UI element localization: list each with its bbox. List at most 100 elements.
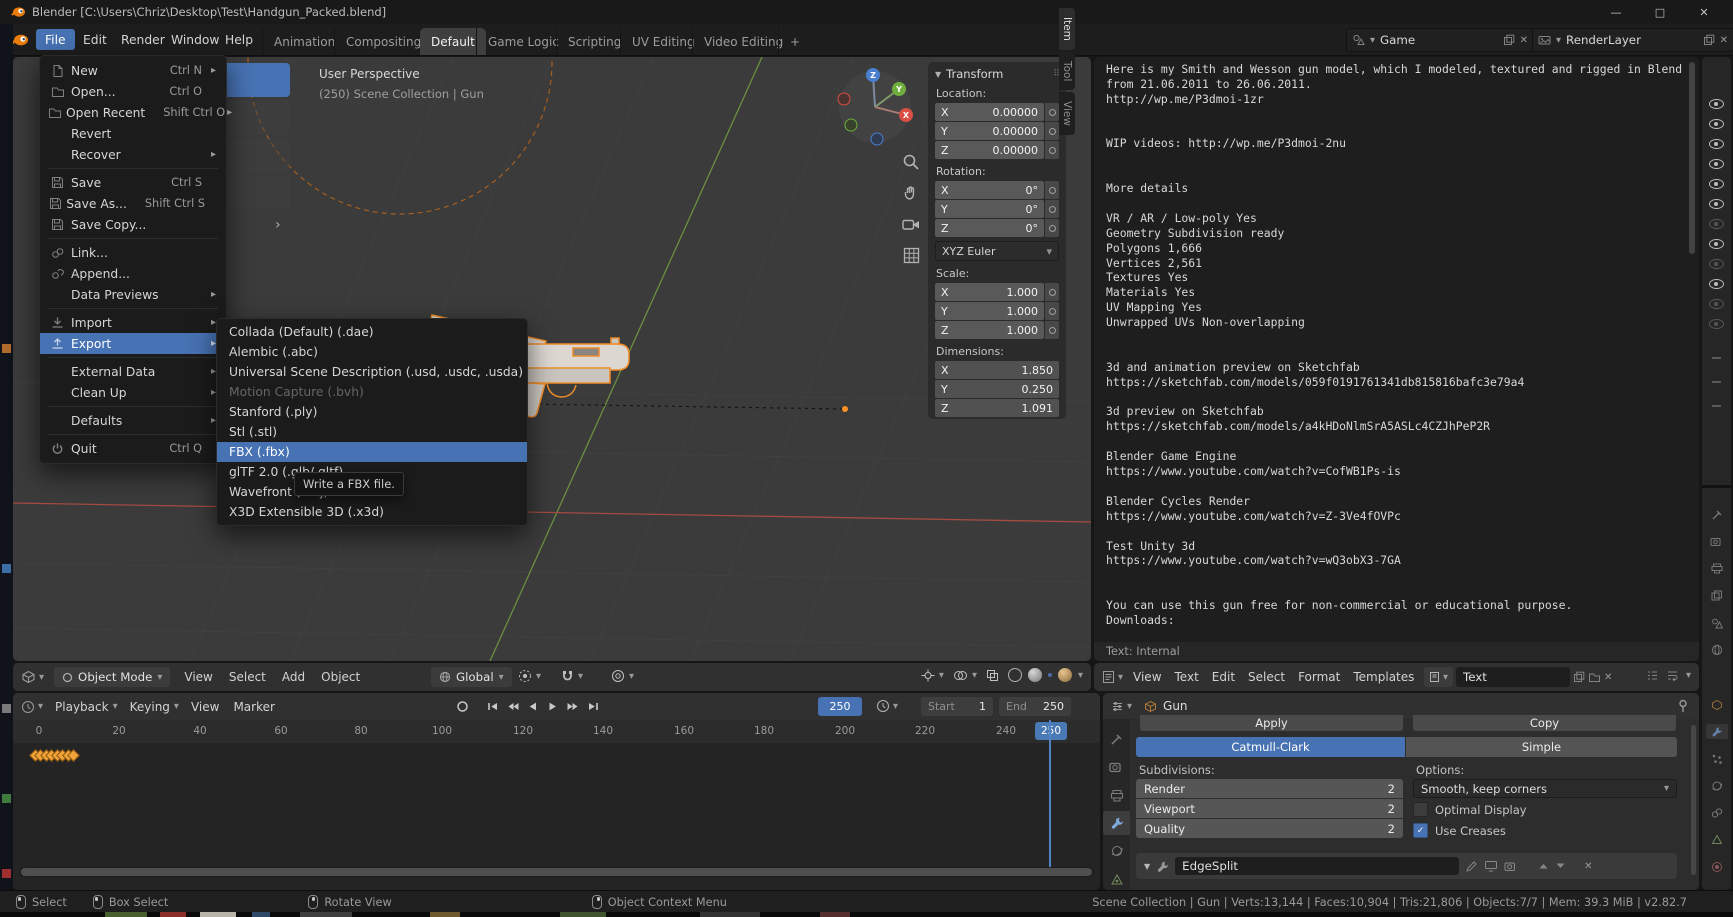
visibility-row[interactable] (1702, 177, 1731, 191)
eye-icon[interactable] (1709, 139, 1724, 149)
menu-item-open-recent[interactable]: Open RecentShift Ctrl O▸ (40, 102, 226, 123)
orthographic-grid-icon[interactable] (899, 243, 923, 267)
unlink-text-icon[interactable]: ✕ (1604, 672, 1612, 683)
text-menu-edit[interactable]: Edit (1212, 670, 1235, 684)
viewport-menu-object[interactable]: Object (321, 670, 360, 684)
tab-view[interactable]: View (1059, 92, 1075, 135)
tab-viewlayer-icon[interactable] (1709, 588, 1724, 603)
tab-material-icon[interactable] (1709, 859, 1724, 874)
animate-dot-button[interactable] (1045, 321, 1059, 339)
remove-modifier-icon[interactable]: ✕ (1584, 861, 1592, 872)
timeline-ruler[interactable]: 0 20 40 60 80 100 120 140 160 180 200 22… (13, 720, 1100, 743)
text-menu-view[interactable]: View (1133, 670, 1161, 684)
animate-dot-button[interactable] (1045, 200, 1059, 218)
move-up-icon[interactable] (1538, 862, 1549, 870)
uv-smooth-dropdown[interactable]: Smooth, keep corners▾ (1413, 779, 1677, 798)
tab-tool-icon[interactable] (1709, 507, 1724, 522)
maximize-button[interactable]: □ (1640, 0, 1680, 24)
render-subdivisions-field[interactable]: Render2 (1136, 779, 1403, 798)
menu-item-save-copy[interactable]: Save Copy... (40, 214, 226, 235)
export-item-stl[interactable]: Stl (.stl) (217, 422, 527, 442)
tab-tool[interactable]: Tool (1059, 52, 1075, 90)
tool-button[interactable] (218, 138, 290, 172)
animate-dot-button[interactable] (1045, 302, 1059, 320)
tab-object-icon[interactable] (1709, 697, 1724, 712)
new-text-icon[interactable] (1573, 671, 1585, 683)
eye-icon[interactable] (1709, 239, 1724, 249)
visibility-row[interactable] (1702, 297, 1731, 311)
animate-dot-button[interactable] (1045, 181, 1059, 199)
view-layer-selector[interactable]: ▾ RenderLayer ✕ (1532, 28, 1733, 52)
modifier-edgesplit-header[interactable]: ▼ EdgeSplit ✕ (1136, 853, 1677, 879)
tab-modifiers-icon[interactable] (1103, 811, 1130, 835)
playhead-line[interactable] (1049, 720, 1051, 867)
menu-item-quit[interactable]: QuitCtrl Q (40, 438, 226, 459)
export-item-alembic[interactable]: Alembic (.abc) (217, 342, 527, 362)
visibility-row[interactable] (1702, 117, 1731, 131)
menu-item-import[interactable]: Import▸ (40, 312, 226, 333)
rotation-y-field[interactable]: Y0° (935, 200, 1059, 218)
tab-particles-icon[interactable] (1709, 751, 1724, 766)
modifier-name-field[interactable]: EdgeSplit (1175, 857, 1459, 875)
viewport-menu-view[interactable]: View (184, 670, 212, 684)
tab-output-icon[interactable] (1709, 561, 1724, 576)
animate-dot-button[interactable] (1045, 283, 1059, 301)
active-tool-button[interactable] (218, 63, 290, 97)
editor-type-dropdown-icon[interactable]: ▾ (38, 701, 43, 712)
menu-item-clean-up[interactable]: Clean Up▸ (40, 382, 226, 403)
show-gizmo-toggle[interactable]: ▾ (921, 669, 944, 682)
eye-icon[interactable] (1709, 159, 1724, 169)
tab-data-icon[interactable] (1709, 832, 1724, 847)
tab-render-icon[interactable] (1103, 755, 1130, 779)
minimize-button[interactable]: — (1596, 0, 1636, 24)
shading-wireframe-icon[interactable] (1008, 668, 1022, 682)
viewport-menu-add[interactable]: Add (282, 670, 305, 684)
proportional-editing-icon[interactable]: ▾ (611, 669, 634, 683)
export-item-usd[interactable]: Universal Scene Description (.usd, .usdc… (217, 362, 527, 382)
play-button[interactable] (543, 698, 562, 715)
rotation-x-field[interactable]: X0° (935, 181, 1059, 199)
close-button[interactable]: ✕ (1684, 0, 1724, 24)
tab-physics-icon[interactable] (1103, 839, 1130, 863)
duplicate-scene-icon[interactable] (1503, 34, 1515, 46)
menu-item-data-previews[interactable]: Data Previews▸ (40, 284, 226, 305)
export-item-collada[interactable]: Collada (Default) (.dae) (217, 322, 527, 342)
quality-field[interactable]: Quality2 (1136, 819, 1403, 838)
timeline-scrollbar[interactable] (19, 867, 1094, 877)
editor-divider[interactable] (1702, 485, 1731, 488)
menu-file[interactable]: File (36, 29, 75, 50)
timeline-menu-marker[interactable]: Marker (233, 700, 274, 714)
animate-dot-button[interactable] (1045, 219, 1059, 237)
next-keyframe-button[interactable] (563, 698, 582, 715)
menu-item-save-as[interactable]: Save As...Shift Ctrl S (40, 193, 226, 214)
export-item-ply[interactable]: Stanford (.ply) (217, 402, 527, 422)
menu-item-revert[interactable]: Revert (40, 123, 226, 144)
text-menu-templates[interactable]: Templates (1353, 670, 1414, 684)
eye-icon[interactable] (1709, 119, 1724, 129)
tab-physics-icon[interactable] (1709, 778, 1724, 793)
navigation-gizmo-icon[interactable]: Z Y X (838, 68, 913, 145)
tab-render-icon[interactable] (1709, 534, 1724, 549)
workspace-tab-compositing[interactable]: Compositing (334, 28, 432, 55)
collapse-caret-icon[interactable]: ▼ (935, 70, 941, 79)
scale-y-field[interactable]: Y1.000 (935, 302, 1059, 320)
word-wrap-toggle[interactable] (1666, 669, 1679, 682)
export-item-fbx[interactable]: FBX (.fbx) (217, 442, 527, 462)
shading-material-active[interactable] (1048, 673, 1052, 677)
eye-icon[interactable] (1709, 179, 1724, 189)
transform-orientation-selector[interactable]: Global ▾ (431, 667, 512, 687)
location-x-field[interactable]: X0.00000 (935, 103, 1059, 121)
text-name-field[interactable]: Text (1456, 667, 1570, 687)
menu-item-append[interactable]: Append... (40, 263, 226, 284)
menu-edit[interactable]: Edit (74, 29, 116, 50)
properties-editor-type-icon[interactable] (1111, 700, 1124, 713)
shading-dropdown-icon[interactable]: ▾ (1078, 670, 1083, 681)
previous-keyframe-button[interactable] (503, 698, 522, 715)
menu-item-link[interactable]: Link... (40, 242, 226, 263)
jump-to-end-button[interactable] (583, 698, 602, 715)
menu-help[interactable]: Help (216, 29, 262, 50)
text-editor-type-icon[interactable] (1102, 670, 1115, 684)
text-scrollbar[interactable] (1689, 62, 1695, 254)
open-text-icon[interactable] (1588, 671, 1601, 683)
edit-mode-toggle-icon[interactable] (1465, 860, 1478, 873)
